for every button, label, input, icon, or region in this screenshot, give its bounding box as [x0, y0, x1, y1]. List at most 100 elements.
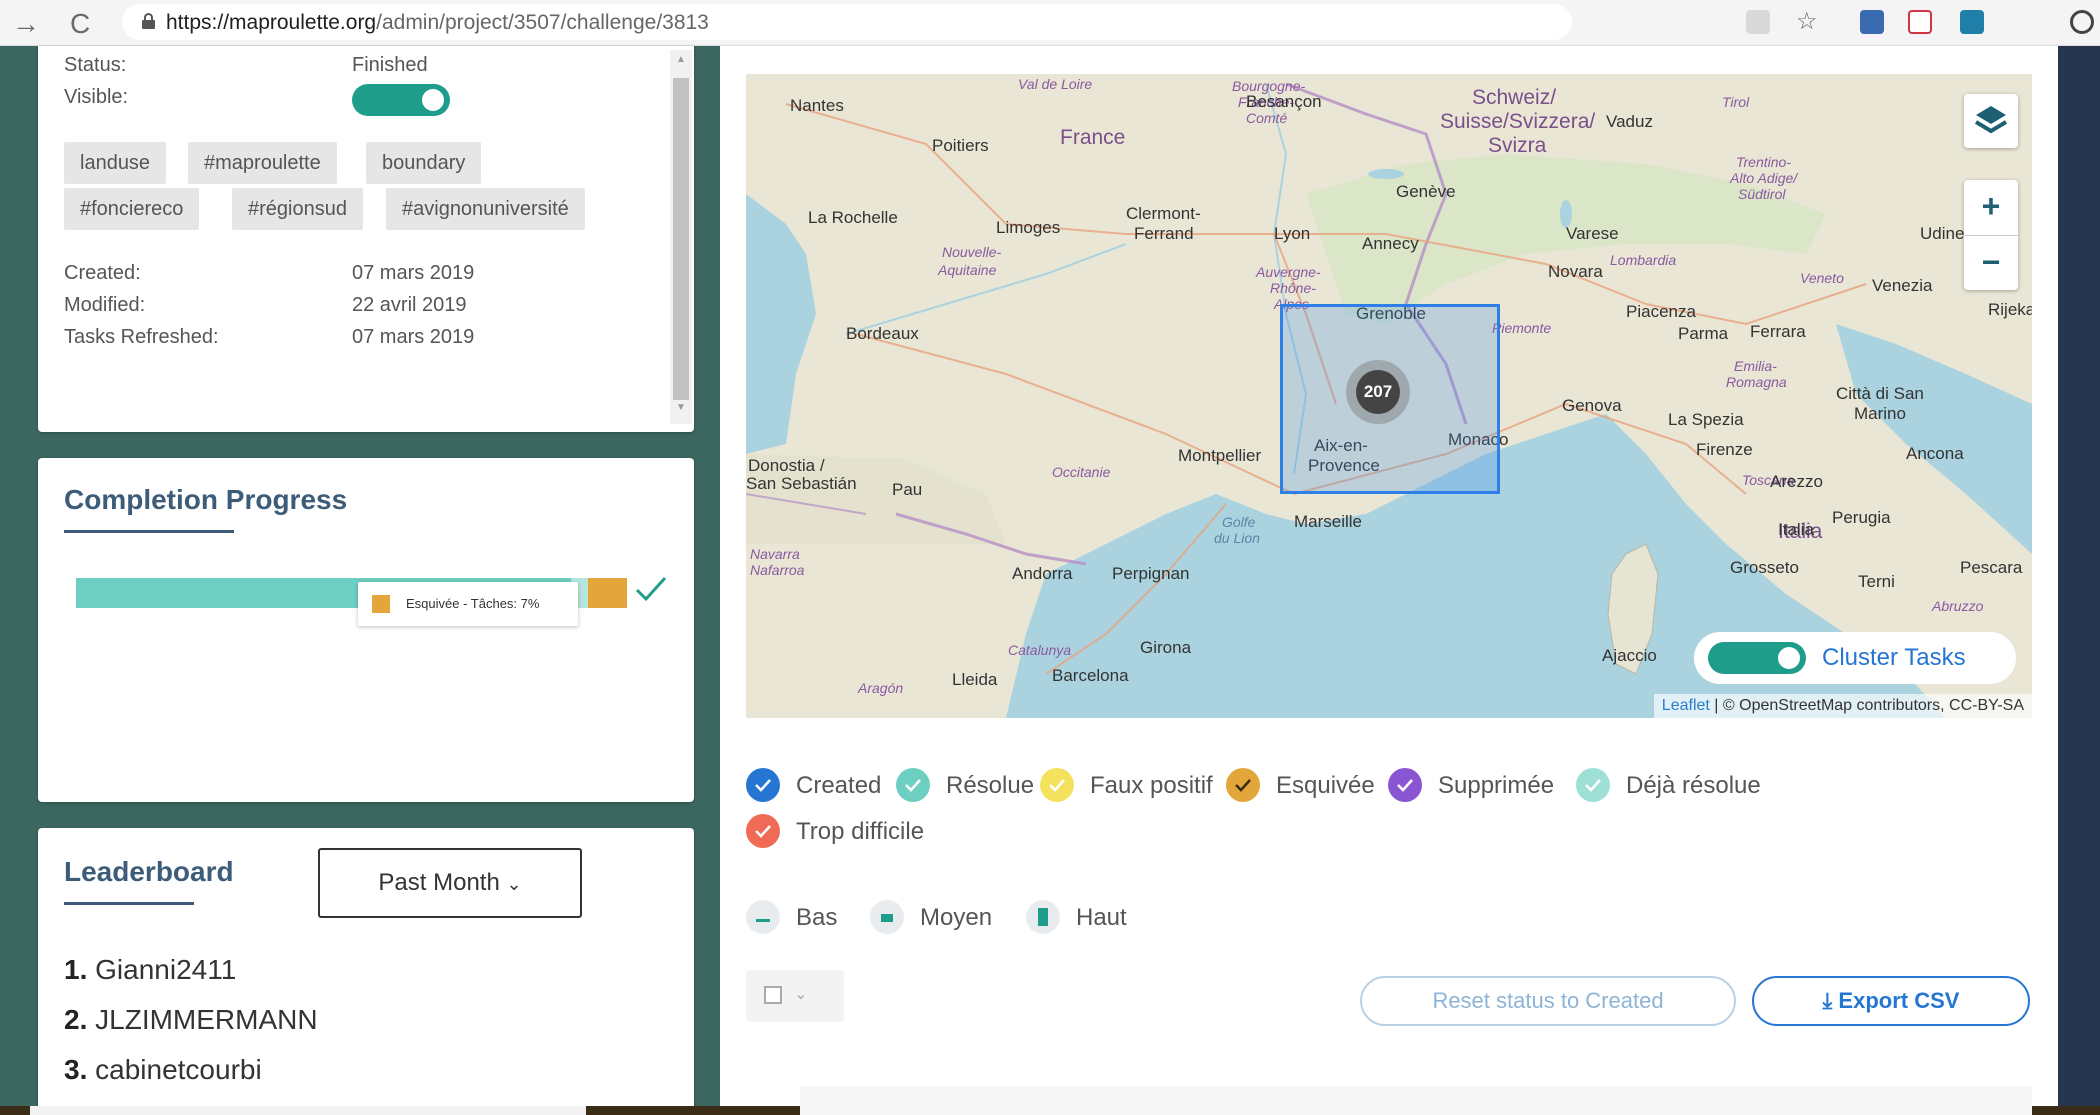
map-city-label: Firenze	[1696, 440, 1753, 459]
export-label: Export CSV	[1838, 988, 1960, 1013]
legend-check-icon	[1226, 768, 1260, 802]
profile-icon[interactable]	[2070, 10, 2094, 34]
entry-rank: 2.	[64, 1004, 88, 1035]
map-city-label: Perugia	[1832, 508, 1891, 527]
completion-progress-card: Completion Progress Esquivée - Tâches: 7…	[38, 458, 694, 802]
scroll-down-icon[interactable]: ▼	[676, 402, 686, 413]
map-city-label: Pau	[892, 480, 923, 499]
map-city-label: Donostia /	[748, 456, 825, 475]
period-dropdown[interactable]: Past Month ⌄	[318, 848, 582, 918]
title-underline	[64, 530, 234, 533]
zoom-in-button[interactable]: +	[1964, 180, 2018, 234]
extension-icon[interactable]	[1860, 10, 1884, 34]
pocket-icon[interactable]	[1908, 10, 1932, 34]
scroll-thumb[interactable]	[673, 78, 689, 400]
map-city-label: Marino	[1854, 404, 1906, 423]
map-sea-label: Golfe	[1222, 514, 1256, 530]
progress-tooltip: Esquivée - Tâches: 7%	[358, 582, 578, 626]
map-region-label: Auvergne-	[1256, 264, 1321, 280]
map-city-label: Ferrara	[1750, 322, 1806, 341]
map-city-label: Venezia	[1872, 276, 1933, 295]
map-city-label: San Sebastián	[746, 474, 857, 493]
select-all-checkbox[interactable]	[764, 986, 782, 1004]
tag[interactable]: boundary	[366, 142, 482, 184]
legend-label: Déjà résolue	[1626, 772, 1761, 799]
map-city-label: Terni	[1858, 572, 1895, 591]
map-region-label: Nafarroa	[750, 562, 805, 578]
modified-value: 22 avril 2019	[352, 294, 467, 316]
task-cluster-marker[interactable]: 207	[1346, 360, 1410, 424]
reset-status-button[interactable]: Reset status to Created	[1360, 976, 1736, 1026]
map-city-label: Grosseto	[1730, 558, 1799, 577]
extension-icon-2[interactable]	[1960, 10, 1984, 34]
map-region-label: Trentino-	[1736, 154, 1791, 170]
scroll-up-icon[interactable]: ▲	[676, 54, 686, 65]
task-select-dropdown[interactable]: ⌄	[746, 970, 844, 1022]
legend-label: Created	[796, 772, 882, 799]
priority-label: Moyen	[920, 904, 993, 931]
tag[interactable]: #fonciereco	[64, 188, 200, 230]
cluster-toggle[interactable]	[1708, 642, 1806, 674]
map-city-label: Arezzo	[1770, 472, 1823, 491]
forward-icon[interactable]: →	[12, 8, 40, 40]
layers-icon	[1974, 106, 2008, 134]
map-country-label: Suisse/Svizzera/	[1440, 110, 1596, 133]
leaderboard-entry[interactable]: 1. Gianni2411	[64, 954, 236, 986]
legend-check-icon	[1040, 768, 1074, 802]
tag[interactable]: #maproulette	[188, 142, 337, 184]
leaderboard-entry[interactable]: 2. JLZIMMERMANN	[64, 1004, 318, 1036]
map-region-label: Val de Loire	[1018, 76, 1093, 92]
task-map[interactable]: Val de Loire Bourgogne- Franche- Comté Nouve…	[746, 74, 2032, 718]
map-city-label: Novara	[1548, 262, 1603, 281]
created-label: Created:	[64, 262, 141, 284]
visible-toggle[interactable]	[352, 84, 450, 116]
tag[interactable]: landuse	[64, 142, 167, 184]
info-scrollbar[interactable]: ▲ ▼	[670, 50, 692, 424]
translate-icon[interactable]	[1746, 10, 1770, 34]
legend-label: Esquivée	[1276, 772, 1375, 799]
download-icon: ⤓	[1822, 988, 1833, 1013]
export-csv-button[interactable]: ⤓ Export CSV	[1752, 976, 2030, 1026]
layers-button[interactable]	[1964, 94, 2018, 148]
cluster-tasks-control[interactable]: Cluster Tasks	[1694, 632, 2016, 684]
map-country-label: France	[1060, 126, 1126, 149]
address-bar[interactable]: https://maproulette.org/admin/project/35…	[122, 4, 1572, 40]
map-city-label: Parma	[1678, 324, 1729, 343]
map-city-label: Andorra	[1012, 564, 1073, 583]
map-region-label: Occitanie	[1052, 464, 1111, 480]
legend-check-icon	[1388, 768, 1422, 802]
zoom-out-button[interactable]: −	[1964, 236, 2018, 290]
map-region-label: Romagna	[1726, 374, 1787, 390]
task-table-card	[800, 1086, 2032, 1115]
map-city-label: Besançon	[1246, 92, 1322, 111]
priority-label: Haut	[1076, 904, 1127, 931]
map-city-label: Genova	[1562, 396, 1622, 415]
leaflet-link[interactable]: Leaflet	[1662, 697, 1710, 714]
progress-segment[interactable]	[588, 578, 627, 608]
tag[interactable]: #avignonuniversité	[386, 188, 585, 230]
map-city-label: Limoges	[996, 218, 1061, 237]
map-sea-label: du Lion	[1214, 530, 1260, 546]
priority-label: Bas	[796, 904, 838, 931]
map-city-label: Varese	[1566, 224, 1619, 243]
map-region-label: Aquitaine	[938, 262, 997, 278]
map-city-label: Ajaccio	[1602, 646, 1657, 665]
progress-title: Completion Progress	[64, 484, 348, 515]
title-underline	[64, 902, 194, 905]
reload-icon[interactable]: C	[70, 8, 90, 40]
created-value: 07 mars 2019	[352, 262, 475, 284]
leaderboard-entry[interactable]: 3. cabinetcourbi	[64, 1054, 262, 1086]
challenge-info-card: Status: Finished Visible: landuse #mapro…	[38, 46, 694, 432]
star-icon[interactable]: ☆	[1796, 10, 1820, 34]
map-city-label: Udine	[1920, 224, 1965, 243]
entry-rank: 1.	[64, 954, 88, 985]
lock-icon	[142, 13, 155, 29]
tag[interactable]: #régionsud	[232, 188, 363, 230]
entry-name: Gianni2411	[95, 954, 237, 985]
map-region-label: Tirol	[1722, 94, 1750, 110]
map-country-label: Schweiz/	[1472, 86, 1557, 109]
map-city-label: Annecy	[1362, 234, 1419, 253]
map-city-label: Bordeaux	[846, 324, 919, 343]
period-label: Past Month	[378, 869, 500, 896]
right-sidebar-edge	[2058, 46, 2100, 1106]
